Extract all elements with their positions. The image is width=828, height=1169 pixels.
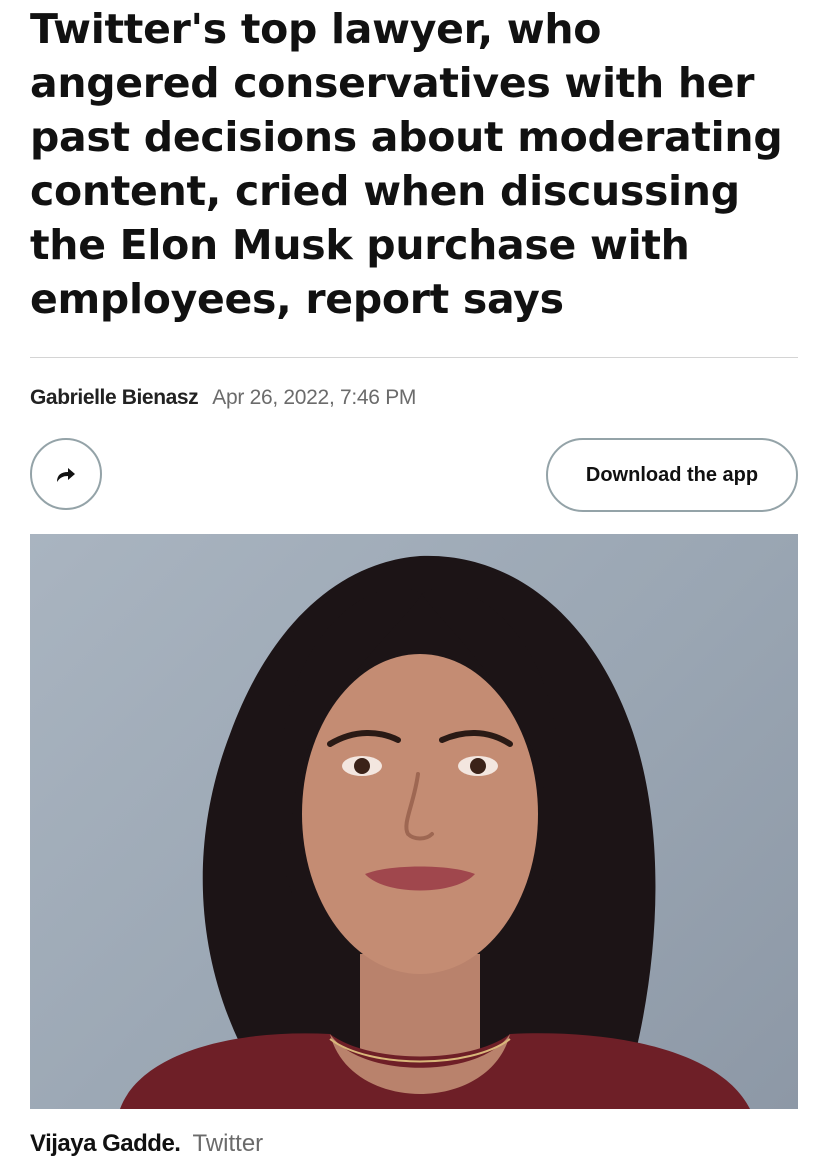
publish-date: Apr 26, 2022, 7:46 PM (212, 386, 417, 409)
article-photo[interactable] (30, 534, 798, 1109)
caption-credit: Twitter (192, 1130, 264, 1157)
author-name[interactable]: Gabrielle Bienasz (30, 386, 199, 410)
download-app-button[interactable]: Download the app (546, 438, 798, 512)
share-arrow-icon (53, 463, 79, 485)
share-button[interactable] (30, 438, 102, 510)
byline: Gabrielle Bienasz Apr 26, 2022, 7:46 PM (30, 386, 416, 414)
headline-divider (30, 357, 798, 358)
portrait-illustration (120, 555, 750, 1109)
photo-caption: Vijaya Gadde. Twitter (30, 1130, 263, 1158)
article: Twitter's top lawyer, who angered conser… (30, 0, 798, 1157)
caption-name: Vijaya Gadde. (30, 1130, 181, 1157)
headline: Twitter's top lawyer, who angered conser… (30, 5, 783, 323)
